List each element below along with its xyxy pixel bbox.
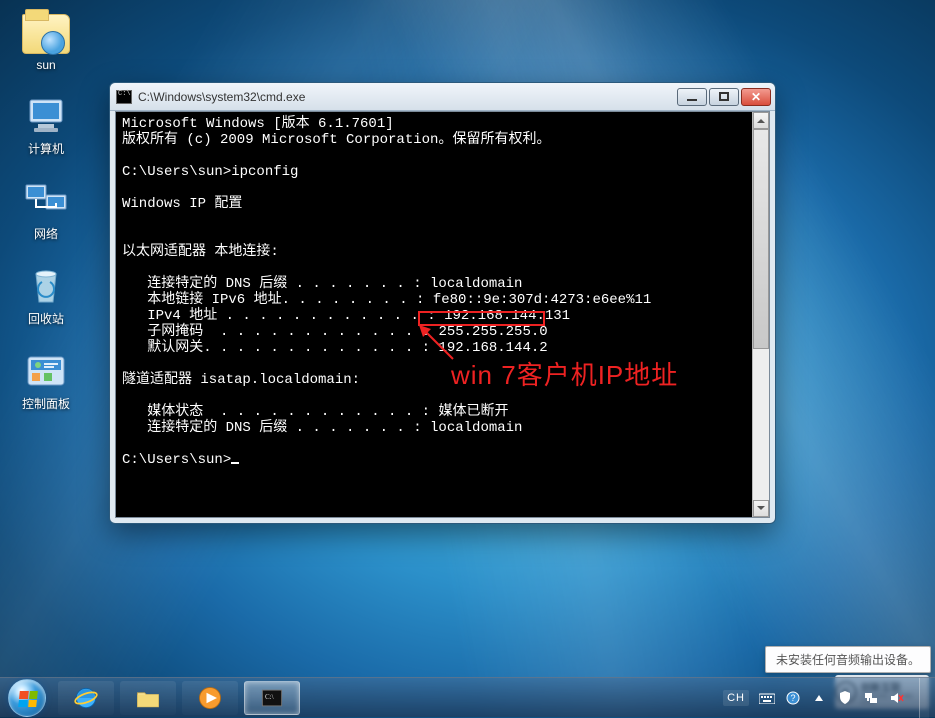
audio-notification-balloon[interactable]: 未安装任何音频输出设备。: [765, 646, 931, 673]
control-panel-icon: [22, 351, 70, 391]
cmd-window: C:\Windows\system32\cmd.exe ✕ Microsoft …: [109, 82, 776, 524]
taskbar-item-wmp[interactable]: [182, 681, 238, 715]
maximize-button[interactable]: [709, 88, 739, 106]
file-explorer-icon: [134, 684, 162, 712]
windows-logo-icon: [8, 679, 46, 717]
desktop-icon-label: 回收站: [12, 310, 80, 327]
taskbar-pins: C:\: [54, 678, 304, 717]
cmd-icon: C:\: [258, 684, 286, 712]
desktop-icon-computer[interactable]: 计算机: [10, 90, 82, 163]
start-button[interactable]: [0, 678, 54, 717]
tray-expand-icon[interactable]: [811, 690, 827, 706]
network-icon: [22, 181, 70, 221]
recycle-bin-icon: [22, 266, 70, 306]
taskbar-item-cmd[interactable]: C:\: [244, 681, 300, 715]
desktop-icon-sun[interactable]: sun: [10, 8, 82, 78]
svg-text:?: ?: [791, 693, 796, 703]
cmd-output[interactable]: Microsoft Windows [版本 6.1.7601] 版权所有 (c)…: [116, 112, 752, 517]
window-controls: ✕: [677, 88, 771, 106]
taskbar-item-explorer[interactable]: [120, 681, 176, 715]
show-desktop-button[interactable]: [919, 678, 929, 718]
taskbar-item-ie[interactable]: [58, 681, 114, 715]
desktop-icon-label: 网络: [12, 225, 80, 242]
taskbar: C:\ CH ?: [0, 677, 935, 717]
internet-explorer-icon: [72, 684, 100, 712]
desktop-icon-label: 控制面板: [12, 395, 80, 412]
cmd-titlebar-icon: [116, 90, 132, 104]
volume-muted-icon[interactable]: [889, 690, 905, 706]
media-player-icon: [196, 684, 224, 712]
desktop-icon-control-panel[interactable]: 控制面板: [10, 345, 82, 418]
minimize-button[interactable]: [677, 88, 707, 106]
scrollbar-vertical[interactable]: [752, 112, 769, 517]
computer-icon: [22, 96, 70, 136]
desktop-icon-label: sun: [12, 58, 80, 72]
cmd-prompt-line: C:\Users\sun>: [122, 452, 231, 468]
cmd-cursor: [231, 462, 239, 464]
cmd-prompt-line: C:\Users\sun>ipconfig: [122, 164, 298, 180]
language-indicator[interactable]: CH: [723, 690, 749, 706]
desktop-icon-network[interactable]: 网络: [10, 175, 82, 248]
ipv4-address-value: 192.168.144.131: [444, 308, 570, 324]
desktop-icons: sun 计算机 网络 回收站 控制面板: [10, 8, 90, 430]
scroll-down-button[interactable]: [753, 500, 769, 517]
svg-text:C:\: C:\: [265, 692, 274, 700]
system-tray: CH ?: [723, 678, 935, 717]
folder-user-icon: [22, 14, 70, 54]
cmd-window-title: C:\Windows\system32\cmd.exe: [138, 90, 677, 104]
cmd-body: Microsoft Windows [版本 6.1.7601] 版权所有 (c)…: [115, 111, 770, 518]
keyboard-icon[interactable]: [759, 690, 775, 706]
scroll-up-button[interactable]: [753, 112, 769, 129]
cmd-titlebar[interactable]: C:\Windows\system32\cmd.exe ✕: [110, 83, 775, 111]
help-icon[interactable]: ?: [785, 690, 801, 706]
action-center-icon[interactable]: [837, 690, 853, 706]
desktop-icon-recycle-bin[interactable]: 回收站: [10, 260, 82, 333]
desktop-icon-label: 计算机: [12, 140, 80, 157]
scroll-thumb[interactable]: [753, 129, 769, 349]
network-tray-icon[interactable]: [863, 690, 879, 706]
close-button[interactable]: ✕: [741, 88, 771, 106]
